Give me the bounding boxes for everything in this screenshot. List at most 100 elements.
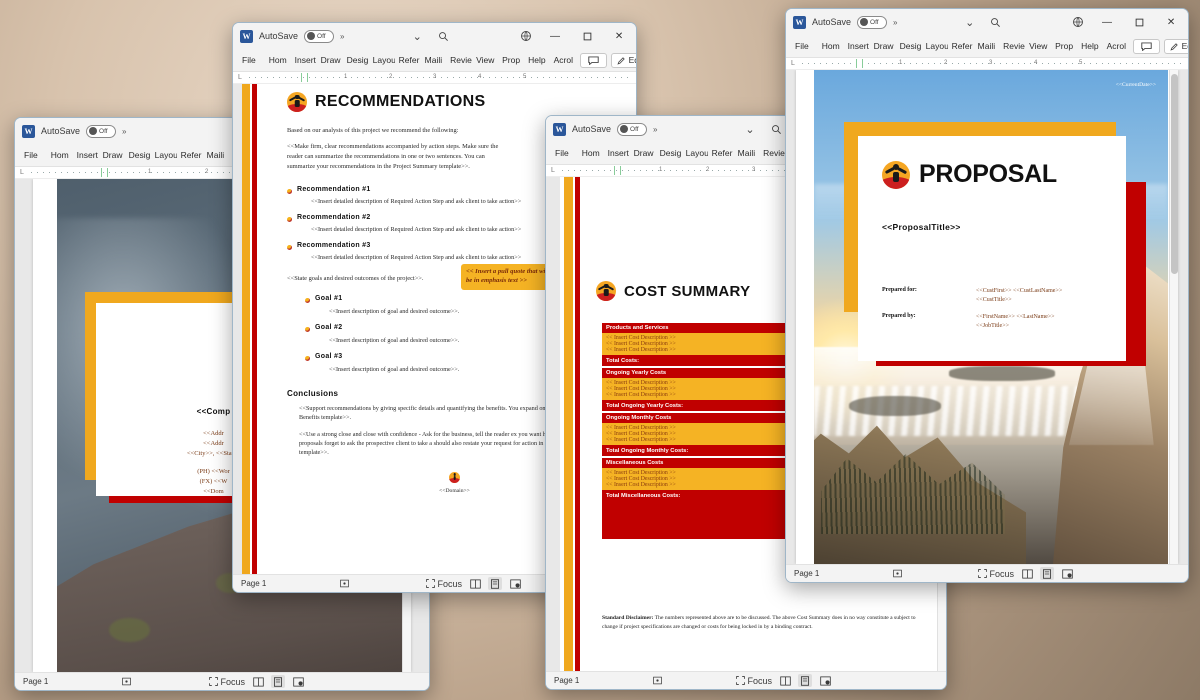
accessibility-checker-icon[interactable] — [122, 677, 132, 686]
editing-mode-button[interactable]: Editing › — [1163, 38, 1188, 54]
customize-qat-icon[interactable]: ⌄ — [740, 119, 760, 139]
ribbon-tab-file[interactable]: File — [551, 145, 578, 161]
share-icon[interactable] — [1068, 12, 1088, 32]
close-button[interactable]: ✕ — [1158, 10, 1184, 34]
ribbon-tab-file[interactable]: File — [20, 147, 47, 163]
ribbon-tab-help[interactable]: Help — [524, 52, 549, 68]
comments-button[interactable] — [1132, 38, 1160, 54]
status-bar[interactable]: Page 1 Focus — [15, 672, 429, 690]
ribbon-tab-design[interactable]: Desig — [125, 147, 151, 163]
ribbon-tab-view[interactable]: View — [472, 52, 498, 68]
autosave-toggle[interactable]: Off — [304, 29, 335, 43]
qat-overflow-icon[interactable]: » — [893, 18, 897, 27]
ribbon-tab-insert[interactable]: Insert — [291, 52, 317, 68]
status-bar[interactable]: Page 1 Focus — [786, 564, 1188, 582]
close-button[interactable]: ✕ — [606, 24, 632, 48]
focus-button[interactable]: Focus — [426, 579, 462, 589]
ribbon-tab-references[interactable]: Refer — [177, 147, 203, 163]
ribbon-tab-insert[interactable]: Insert — [844, 38, 870, 54]
search-icon[interactable] — [986, 12, 1006, 32]
autosave-toggle[interactable]: Off — [857, 15, 888, 29]
autosave-toggle[interactable]: Off — [617, 122, 648, 136]
minimize-button[interactable]: — — [1094, 10, 1120, 34]
ribbon-tab-design[interactable]: Desig — [343, 52, 369, 68]
ribbon-tab-home[interactable]: Hom — [818, 38, 844, 54]
ribbon-tab-home[interactable]: Hom — [47, 147, 73, 163]
status-page-number[interactable]: Page 1 — [554, 676, 579, 685]
view-web-layout-icon[interactable] — [1060, 567, 1074, 580]
titlebar[interactable]: W AutoSave Off » ⌄ — ✕ — [786, 9, 1188, 35]
focus-button[interactable]: Focus — [209, 677, 245, 687]
ribbon-tab-acrobat[interactable]: Acrol — [1103, 38, 1129, 54]
view-print-layout-icon[interactable] — [1040, 567, 1054, 580]
view-print-layout-icon[interactable] — [271, 675, 285, 688]
ribbon-tab-insert[interactable]: Insert — [73, 147, 99, 163]
titlebar[interactable]: W AutoSave Off » ⌄ — ✕ — [233, 23, 636, 49]
customize-qat-icon[interactable]: ⌄ — [407, 26, 427, 46]
ribbon-tab-layout[interactable]: Layou — [369, 52, 395, 68]
ruler-indent-marker[interactable] — [301, 73, 308, 82]
ribbon-tab-acrobat[interactable]: Acrol — [550, 52, 576, 68]
status-page-number[interactable]: Page 1 — [794, 569, 819, 578]
status-page-number[interactable]: Page 1 — [23, 677, 48, 686]
ribbon-tab-file[interactable]: File — [238, 52, 265, 68]
vertical-scrollbar[interactable] — [1169, 70, 1178, 564]
accessibility-checker-icon[interactable] — [653, 676, 663, 685]
document-area[interactable]: <<CurrentDate>> PROPOSAL <<ProposalTitle… — [786, 70, 1188, 564]
ruler-indent-marker[interactable] — [101, 168, 108, 177]
ribbon-tab-mailings[interactable]: Maili — [974, 38, 999, 54]
status-bar[interactable]: Page 1 Focus — [546, 671, 946, 689]
ribbon-tab-review[interactable]: Revie — [446, 52, 472, 68]
maximize-button[interactable] — [574, 24, 600, 48]
ribbon-tab-help[interactable]: Help — [1077, 38, 1102, 54]
qat-overflow-icon[interactable]: » — [122, 127, 126, 136]
ribbon-tab-layout[interactable]: Layou — [151, 147, 177, 163]
search-icon[interactable] — [433, 26, 453, 46]
ribbon-tab-design[interactable]: Desig — [656, 145, 682, 161]
ribbon-tab-references[interactable]: Refer — [395, 52, 421, 68]
view-web-layout-icon[interactable] — [818, 674, 832, 687]
view-read-mode-icon[interactable] — [778, 674, 792, 687]
ribbon-tab-draw[interactable]: Draw — [317, 52, 343, 68]
accessibility-checker-icon[interactable] — [340, 579, 350, 588]
status-page-number[interactable]: Page 1 — [241, 579, 266, 588]
search-icon[interactable] — [766, 119, 786, 139]
focus-button[interactable]: Focus — [736, 676, 772, 686]
ribbon-tab-mailings[interactable]: Maili — [421, 52, 446, 68]
ribbon-tab-proposal[interactable]: Prop — [498, 52, 524, 68]
ribbon-tab-review[interactable]: Revie — [999, 38, 1025, 54]
view-web-layout-icon[interactable] — [508, 577, 522, 590]
ruler-indent-marker[interactable] — [856, 59, 863, 68]
ribbon-tab-layout[interactable]: Layou — [922, 38, 948, 54]
view-web-layout-icon[interactable] — [291, 675, 305, 688]
ribbon-tab-proposal[interactable]: Prop — [1051, 38, 1077, 54]
accessibility-checker-icon[interactable] — [893, 569, 903, 578]
autosave-toggle[interactable]: Off — [86, 124, 117, 138]
ruler-indent-marker[interactable] — [614, 166, 621, 175]
qat-overflow-icon[interactable]: » — [340, 32, 344, 41]
editing-mode-button[interactable]: Editing › — [610, 52, 636, 68]
document-page[interactable]: <<CurrentDate>> PROPOSAL <<ProposalTitle… — [796, 70, 1178, 564]
view-print-layout-icon[interactable] — [488, 577, 502, 590]
ribbon-tab-insert[interactable]: Insert — [604, 145, 630, 161]
focus-button[interactable]: Focus — [978, 569, 1014, 579]
share-icon[interactable] — [516, 26, 536, 46]
scrollbar-thumb[interactable] — [1171, 74, 1178, 274]
horizontal-ruler[interactable]: L 1 2 3 4 5 — [786, 58, 1188, 70]
ribbon-tab-layout[interactable]: Layou — [682, 145, 708, 161]
ribbon-tab-references[interactable]: Refer — [708, 145, 734, 161]
ribbon-tab-home[interactable]: Hom — [265, 52, 291, 68]
qat-overflow-icon[interactable]: » — [653, 125, 657, 134]
view-print-layout-icon[interactable] — [798, 674, 812, 687]
ribbon-tab-mailings[interactable]: Maili — [203, 147, 228, 163]
ribbon-tabs[interactable]: File Hom Insert Draw Desig Layou Refer M… — [786, 35, 1188, 58]
ribbon-tab-references[interactable]: Refer — [948, 38, 974, 54]
ribbon-tab-draw[interactable]: Draw — [99, 147, 125, 163]
comments-button[interactable] — [579, 52, 607, 68]
ribbon-tab-home[interactable]: Hom — [578, 145, 604, 161]
ribbon-tab-file[interactable]: File — [791, 38, 818, 54]
ribbon-tab-draw[interactable]: Draw — [870, 38, 896, 54]
ribbon-tab-draw[interactable]: Draw — [630, 145, 656, 161]
minimize-button[interactable]: — — [542, 24, 568, 48]
ribbon-tab-view[interactable]: View — [1025, 38, 1051, 54]
